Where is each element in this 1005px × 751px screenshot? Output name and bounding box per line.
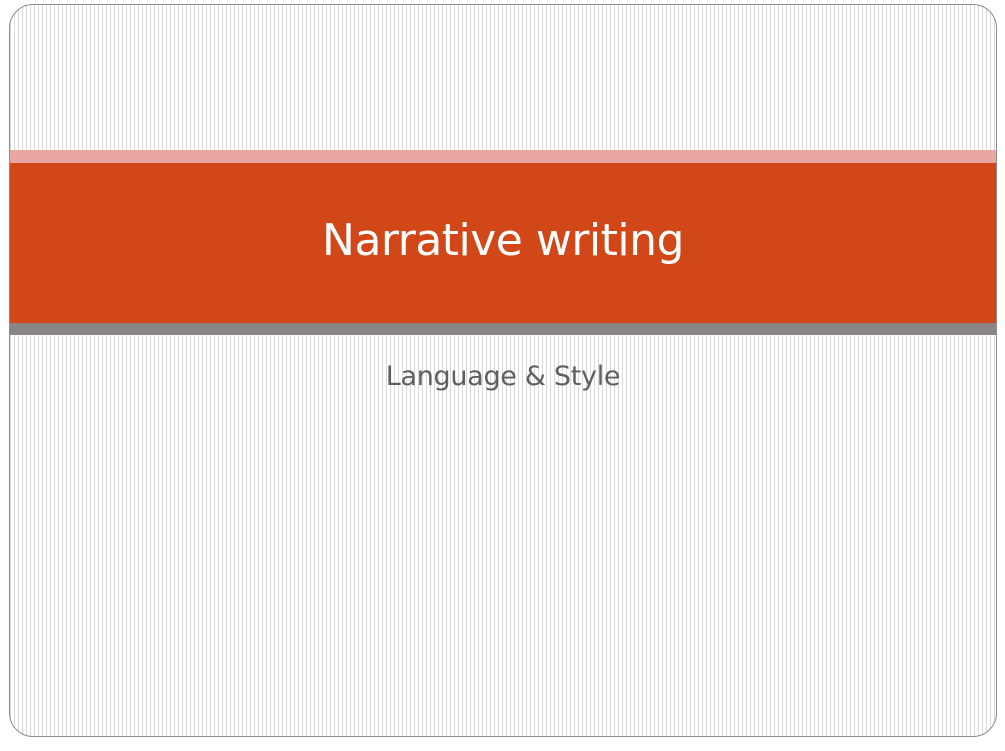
slide-subtitle[interactable]: Language & Style bbox=[10, 357, 996, 397]
slide-title[interactable]: Narrative writing bbox=[10, 211, 996, 271]
title-band-top-accent bbox=[10, 150, 996, 163]
title-slide[interactable]: Narrative writing Language & Style bbox=[9, 4, 997, 737]
presentation-window: Narrative writing Language & Style bbox=[0, 0, 1005, 751]
title-band-bottom-accent bbox=[10, 323, 996, 335]
